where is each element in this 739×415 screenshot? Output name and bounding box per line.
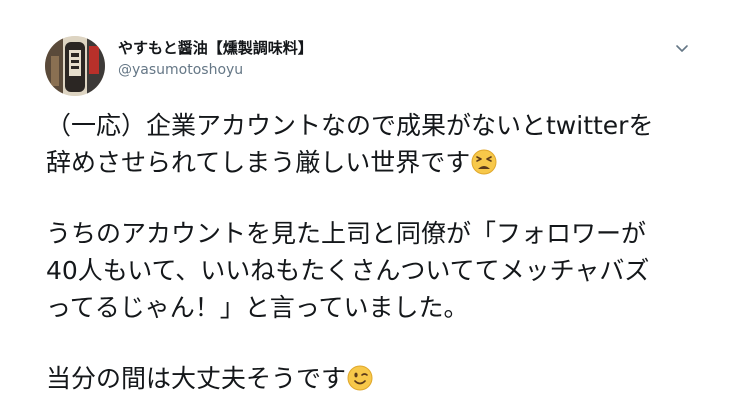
avatar-image (45, 36, 105, 96)
tweet-line-text: 当分の間は大丈夫そうです (46, 364, 347, 393)
tweet-line: （一応）企業アカウントなので成果がないとtwitterを (46, 111, 654, 140)
tweet-line: うちのアカウントを見た上司と同僚が「フォロワーが (46, 219, 647, 248)
tweet-line-with-emoji: 当分の間は大丈夫そうです (46, 360, 726, 397)
tweet-paragraph: 当分の間は大丈夫そうです (46, 360, 726, 397)
author-handle[interactable]: @yasumotoshoyu (118, 62, 243, 78)
tweet-paragraph: うちのアカウントを見た上司と同僚が「フォロワーが 40人もいて、いいねもたくさん… (46, 215, 726, 326)
tired-face-emoji-icon (471, 149, 497, 175)
tweet-line: ってるじゃん！」と言っていました。 (46, 293, 469, 322)
tweet-line: 40人もいて、いいねもたくさんついててメッチャバズ (46, 256, 650, 285)
tweet-card: やすもと醤油【燻製調味料】 @yasumotoshoyu （一応）企業アカウント… (0, 0, 739, 415)
winking-face-emoji-icon (347, 365, 373, 391)
more-options-button[interactable] (670, 36, 694, 60)
avatar[interactable] (45, 36, 105, 96)
tweet-paragraph: （一応）企業アカウントなので成果がないとtwitterを 辞めさせられてしまう厳… (46, 107, 726, 181)
chevron-down-icon (676, 45, 688, 52)
tweet-text: （一応）企業アカウントなので成果がないとtwitterを 辞めさせられてしまう厳… (46, 107, 726, 397)
tweet-line-with-emoji: 辞めさせられてしまう厳しい世界です (46, 144, 726, 181)
author-display-name[interactable]: やすもと醤油【燻製調味料】 (118, 37, 313, 58)
tweet-line-text: 辞めさせられてしまう厳しい世界です (46, 148, 471, 177)
